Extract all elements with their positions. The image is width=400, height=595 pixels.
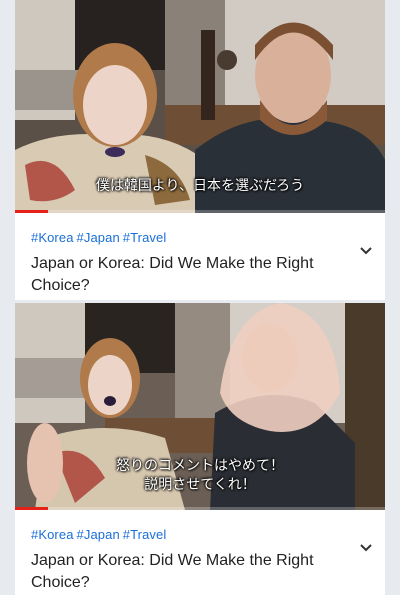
hashtag-japan[interactable]: #Japan [77,527,120,542]
hashtag-korea[interactable]: #Korea [31,527,74,542]
video-subtitle: 怒りのコメントはやめて！ 説明させてくれ！ [116,458,284,493]
video-subtitle: 僕は韓国より、日本を選ぶだろう [95,178,305,194]
hashtag-travel[interactable]: #Travel [123,230,167,245]
video-thumbnail[interactable]: 僕は韓国より、日本を選ぶだろう [15,0,385,213]
hashtag-travel[interactable]: #Travel [123,527,167,542]
progress-track [15,210,385,213]
progress-track [15,507,385,510]
video-card[interactable]: 怒りのコメントはやめて！ 説明させてくれ！ #Korea #Japan #Trave… [15,303,385,595]
hashtag-row: #Korea #Japan #Travel [31,527,369,542]
video-meta: #Korea #Japan #Travel Japan or Korea: Did … [15,230,385,297]
hashtag-japan[interactable]: #Japan [77,230,120,245]
video-title[interactable]: Japan or Korea: Did We Make the Right Ch… [31,550,331,594]
video-thumbnail[interactable]: 怒りのコメントはやめて！ 説明させてくれ！ [15,303,385,510]
video-card[interactable]: 僕は韓国より、日本を選ぶだろう #Korea #Japan #Travel Japa… [15,0,385,300]
hashtag-korea[interactable]: #Korea [31,230,74,245]
progress-bar [15,507,49,510]
video-meta: #Korea #Japan #Travel Japan or Korea: Did … [15,527,385,594]
chevron-down-icon[interactable] [359,246,373,256]
video-title[interactable]: Japan or Korea: Did We Make the Right Ch… [31,253,331,297]
video-feed: 僕は韓国より、日本を選ぶだろう #Korea #Japan #Travel Japa… [0,0,400,595]
progress-bar [15,210,49,213]
chevron-down-icon[interactable] [359,543,373,553]
hashtag-row: #Korea #Japan #Travel [31,230,369,245]
